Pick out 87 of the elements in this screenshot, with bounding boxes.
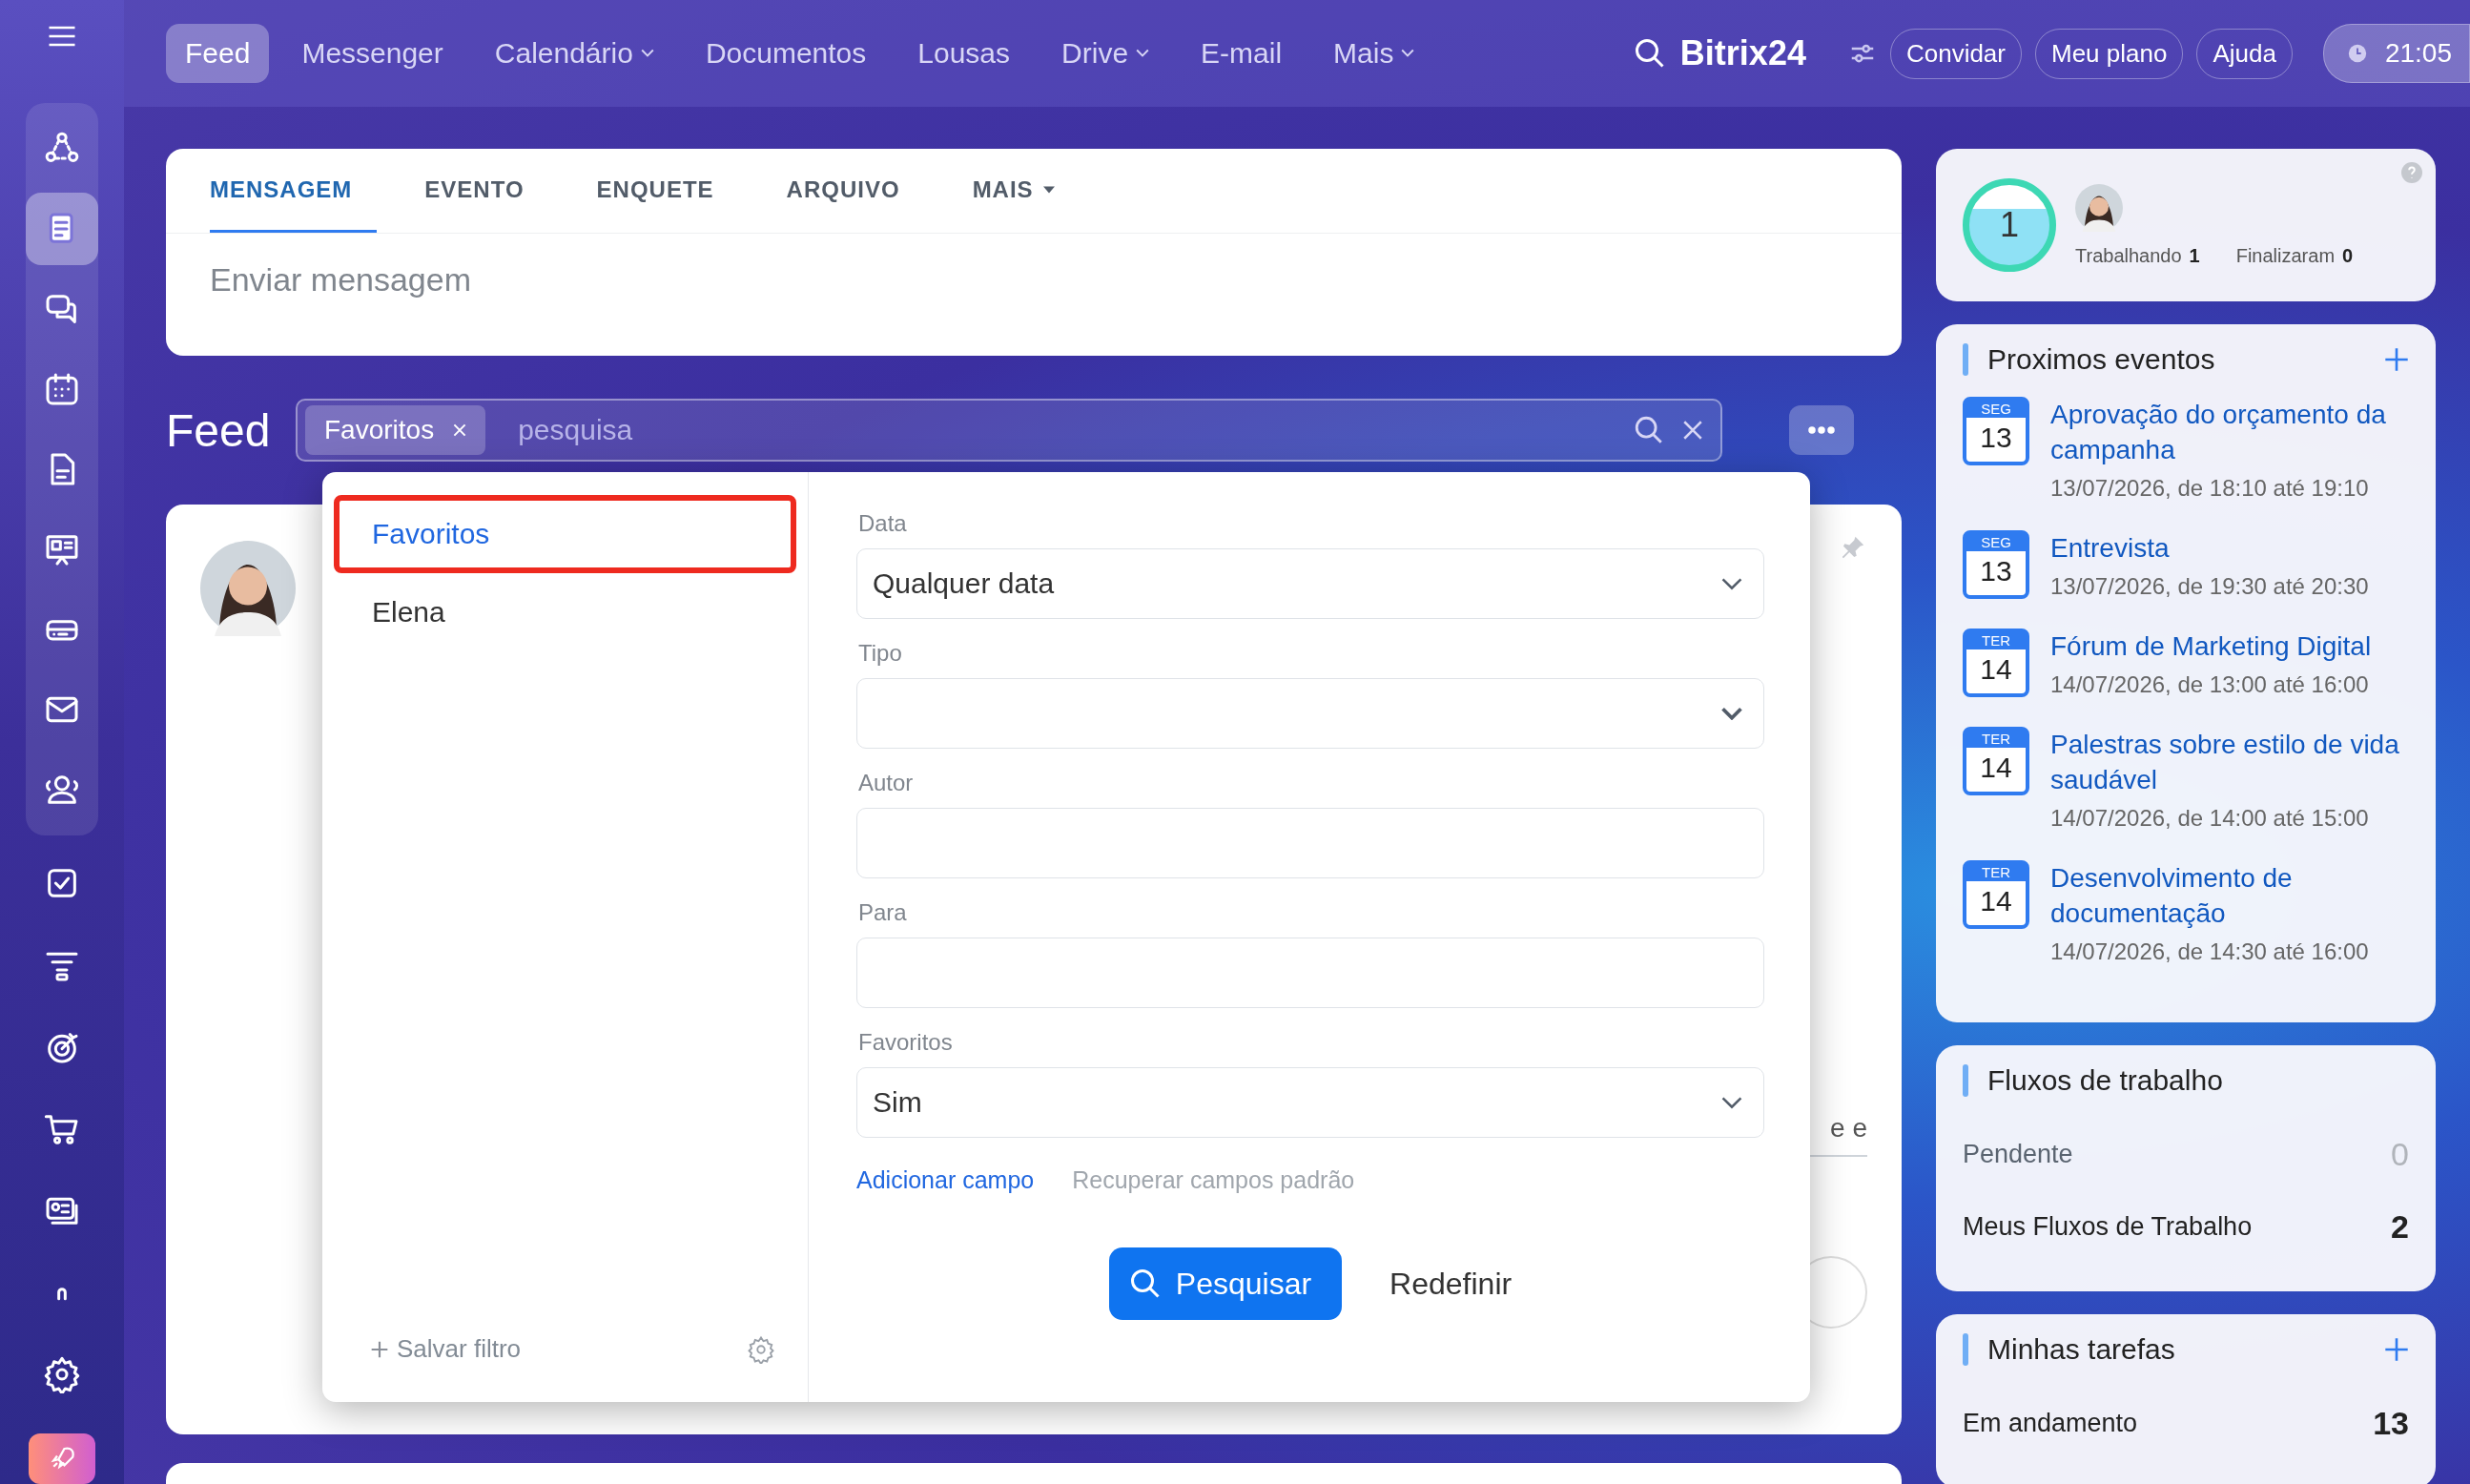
date-icon: TER 14	[1963, 727, 2029, 795]
event-time: 13/07/2026, de 18:10 até 19:10	[2050, 475, 2370, 502]
composer-tab[interactable]: ENQUETE	[596, 149, 739, 233]
add-field-link[interactable]: Adicionar campo	[856, 1166, 1035, 1194]
nav-tab[interactable]: Documentos	[686, 24, 886, 83]
event-time: 14/07/2026, de 13:00 até 16:00	[2050, 671, 2370, 698]
counter-value: 2	[2391, 1207, 2409, 1246]
filter-preset[interactable]: Elena	[334, 573, 796, 651]
event-link[interactable]: Aprovação do orçamento da campanha	[2050, 397, 2409, 467]
nav-tab[interactable]: Mais	[1314, 24, 1434, 83]
clock-icon	[2346, 43, 2368, 64]
caret-icon	[1401, 49, 1415, 58]
accent-bar	[1963, 343, 1968, 376]
header-button[interactable]: Convidar	[1889, 28, 2022, 79]
date-icon: TER 14	[1963, 629, 2029, 697]
composer-tab[interactable]: EVENTO	[424, 149, 549, 233]
field-label: Tipo	[858, 640, 903, 667]
event-link[interactable]: Desenvolvimento de documentação	[2050, 860, 2409, 931]
event-time: 13/07/2026, de 19:30 até 20:30	[2050, 573, 2369, 600]
avatar	[2075, 183, 2123, 232]
header-button[interactable]: Ajuda	[2196, 28, 2293, 79]
event-time: 14/07/2026, de 14:30 até 16:00	[2050, 938, 2370, 965]
chevron-icon	[1721, 1096, 1742, 1109]
accent-bar	[1963, 1064, 1968, 1097]
date-icon: SEG 13	[1963, 397, 2029, 465]
accent-bar	[1963, 1333, 1968, 1366]
counter-value: 0	[2391, 1135, 2409, 1173]
working-count: 1	[2189, 244, 2200, 267]
nav-tab[interactable]: Calendário	[475, 24, 673, 83]
nav-tab[interactable]: Feed	[166, 24, 270, 83]
plus-icon	[370, 1339, 389, 1359]
filter-tag[interactable]: Favoritos	[305, 405, 486, 455]
save-filter-button[interactable]: Salvar filtro	[370, 1334, 522, 1364]
more-button[interactable]	[1789, 405, 1854, 455]
rocket-button[interactable]	[29, 1433, 95, 1484]
filter-preset[interactable]: Favoritos	[334, 495, 796, 573]
select-field[interactable]: Sim	[856, 1067, 1764, 1138]
working-label: Trabalhando	[2075, 244, 2182, 267]
caret-icon	[1042, 185, 1055, 194]
finished-label: Finalizaram	[2235, 244, 2336, 267]
caret-icon	[1136, 49, 1150, 58]
nav-tab[interactable]: Drive	[1042, 24, 1169, 83]
field-label: Para	[858, 899, 908, 926]
composer-tab[interactable]: ARQUIVO	[786, 149, 925, 233]
news-icon[interactable]	[26, 193, 98, 265]
more-icon	[1806, 425, 1837, 435]
field-label: Data	[858, 510, 908, 537]
event-link[interactable]: Palestras sobre estilo de vida saudável	[2050, 727, 2409, 797]
field-label: Favoritos	[858, 1029, 954, 1056]
input-field[interactable]	[856, 808, 1764, 878]
counter-label[interactable]: Meus Fluxos de Trabalho	[1963, 1211, 2253, 1242]
post-text: e e	[1830, 1113, 1867, 1144]
counter-value: 13	[2373, 1404, 2409, 1442]
card-title: Fluxos de trabalho	[1987, 1064, 2224, 1097]
nav-tab[interactable]: Lousas	[898, 24, 1030, 83]
card-title: Proximos eventos	[1987, 343, 2216, 376]
finished-count: 0	[2342, 244, 2354, 267]
counter-label[interactable]: Em andamento	[1963, 1408, 2138, 1438]
day-counter[interactable]: 1	[1963, 178, 2056, 272]
reset-button[interactable]: Redefinir	[1389, 1266, 1513, 1302]
search-field[interactable]: Favoritos pesquisa	[296, 399, 1722, 462]
composer-tab[interactable]: MENSAGEM	[210, 149, 378, 233]
event-link[interactable]: Entrevista	[2050, 530, 2369, 566]
caret-icon	[640, 49, 654, 58]
date-icon: TER 14	[1963, 860, 2029, 929]
input-field[interactable]	[856, 938, 1764, 1008]
card-title: Minhas tarefas	[1987, 1333, 2176, 1366]
event-time: 14/07/2026, de 14:00 até 15:00	[2050, 805, 2370, 832]
search-button[interactable]: Pesquisar	[1108, 1247, 1343, 1320]
nav-tab[interactable]: E-mail	[1182, 24, 1302, 83]
brand-name: Bitrix24	[1679, 33, 1806, 73]
nav-tab[interactable]: Messenger	[282, 24, 463, 83]
date-icon: SEG 13	[1963, 530, 2029, 599]
composer-tab[interactable]: MAIS	[972, 149, 1080, 233]
add-icon[interactable]	[2384, 347, 2409, 372]
chevron-icon	[1721, 577, 1742, 590]
remove-icon[interactable]	[453, 423, 467, 437]
add-icon[interactable]	[2384, 1337, 2409, 1362]
header-button[interactable]: Meu plano	[2035, 28, 2184, 79]
chevron-icon	[1721, 707, 1742, 720]
search-icon[interactable]	[1633, 414, 1665, 446]
select-field[interactable]	[856, 678, 1764, 749]
event-link[interactable]: Fórum de Marketing Digital	[2050, 629, 2372, 664]
clock-button[interactable]: 21:05	[2322, 24, 2470, 83]
field-label: Autor	[858, 770, 915, 796]
feed-title: Feed	[166, 403, 271, 457]
select-field[interactable]: Qualquer data	[856, 548, 1764, 619]
